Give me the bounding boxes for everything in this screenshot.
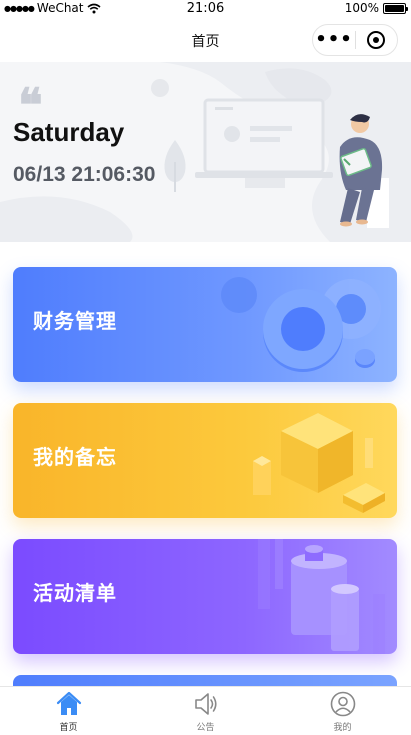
date-time-label: 06/13 21:06:30: [13, 163, 156, 186]
activity-list-card[interactable]: 活动清单: [13, 539, 397, 654]
hero-banner: ❝ Saturday 06/13 21:06:30: [0, 62, 411, 242]
battery-icon: [383, 2, 408, 14]
finance-card[interactable]: 财务管理: [13, 267, 397, 382]
nav-bar: 首页 •••: [0, 16, 411, 62]
speaker-icon: [194, 693, 217, 715]
home-icon: [56, 691, 81, 715]
close-button[interactable]: [356, 25, 397, 55]
tab-mine-label: 我的: [333, 723, 352, 733]
status-bar: ●●●●● WeChat 21:06 100%: [0, 0, 411, 16]
user-icon: [330, 691, 355, 717]
tab-mine[interactable]: 我的: [274, 687, 411, 735]
tab-home-label: 首页: [59, 723, 78, 733]
battery-percent: 100%: [344, 1, 379, 15]
memo-card-label: 我的备忘: [33, 445, 117, 469]
close-target-icon: [367, 31, 386, 49]
tab-notice-label: 公告: [196, 723, 215, 733]
tab-bar: 首页 公告 我的: [0, 686, 411, 735]
status-right: 100%: [344, 1, 408, 15]
memo-card[interactable]: 我的备忘: [13, 403, 397, 518]
weekday-label: Saturday: [13, 117, 125, 147]
activity-list-card-label: 活动清单: [33, 581, 117, 605]
tab-home[interactable]: 首页: [0, 687, 137, 735]
more-dots-icon: •••: [315, 29, 353, 50]
hero-illustration: [0, 62, 411, 242]
mini-program-capsule: •••: [312, 24, 398, 56]
more-button[interactable]: •••: [313, 25, 355, 55]
tab-notice[interactable]: 公告: [137, 687, 274, 735]
finance-card-label: 财务管理: [33, 309, 117, 333]
